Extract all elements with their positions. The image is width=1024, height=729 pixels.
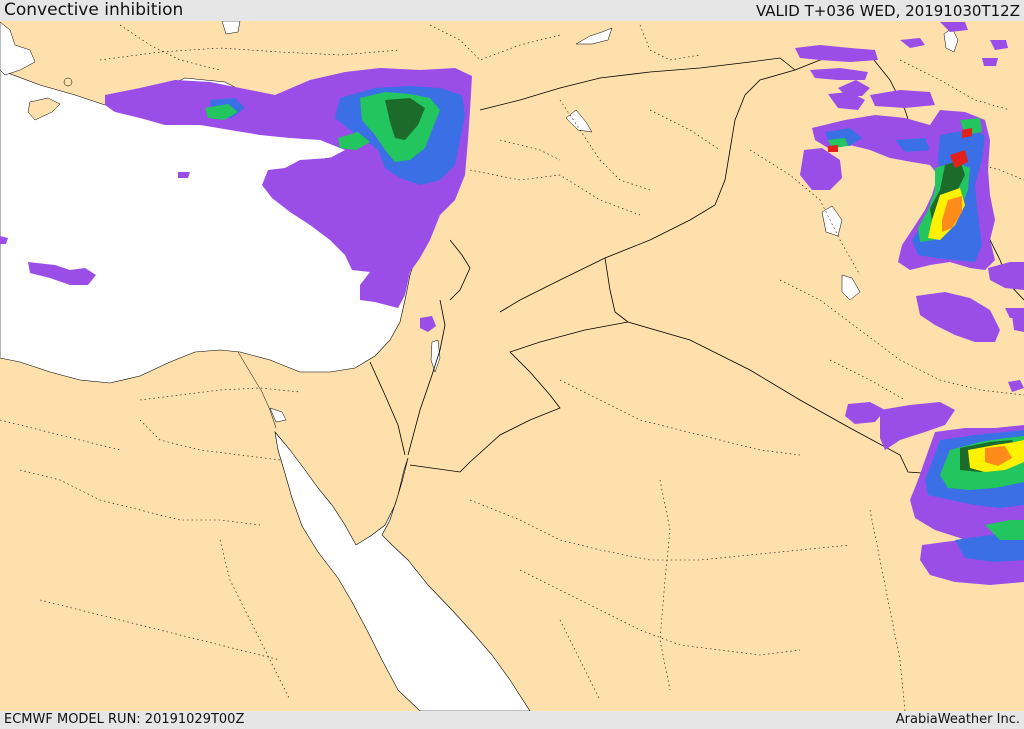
brand-label: ArabiaWeather Inc. [895, 712, 1020, 727]
map-header: Convective inhibition VALID T+036 WED, 2… [0, 0, 1024, 21]
map-title: Convective inhibition [4, 0, 184, 20]
valid-time: VALID T+036 WED, 20191030T12Z [755, 2, 1020, 20]
map-footer: ECMWF MODEL RUN: 20191029T00Z ArabiaWeat… [0, 711, 1024, 729]
model-run-label: ECMWF MODEL RUN: 20191029T00Z [4, 712, 245, 727]
rhodes-island [63, 77, 73, 87]
map-frame [0, 21, 1024, 711]
map-canvas [0, 21, 1024, 711]
